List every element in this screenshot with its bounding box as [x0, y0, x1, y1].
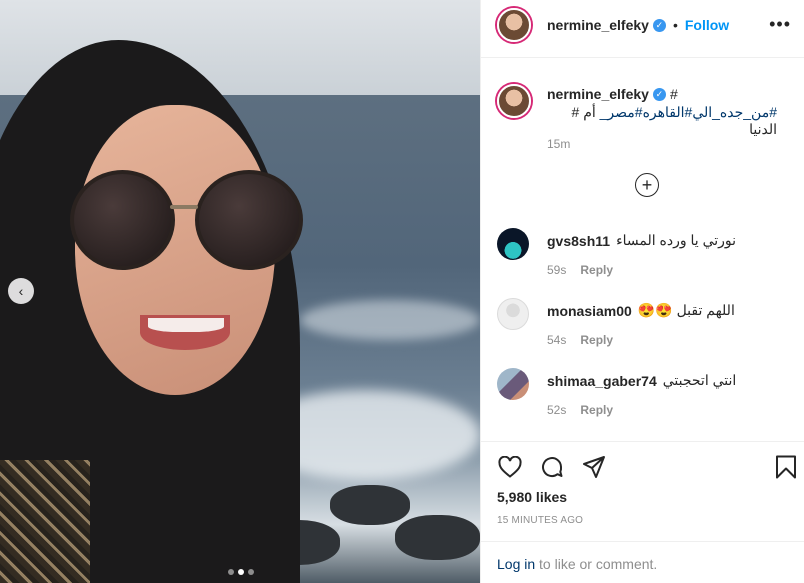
- comment-time: 54s: [547, 333, 567, 347]
- load-more-comments-button[interactable]: +: [635, 173, 659, 197]
- carousel-dot-active: [238, 569, 244, 575]
- hashtag-link[interactable]: #مصر_: [600, 104, 643, 120]
- comment-text: نورتي يا ورده المساء: [616, 232, 737, 248]
- header-username[interactable]: nermine_elfeky: [547, 17, 649, 33]
- caption-username[interactable]: nermine_elfeky: [547, 86, 649, 102]
- reply-button[interactable]: Reply: [580, 333, 613, 347]
- caption-avatar[interactable]: [497, 84, 531, 118]
- post-caption: nermine_elfeky ✓ # #من_جده_الي#القاهره#م…: [547, 86, 787, 138]
- comment-text: انتي اتحجبتي: [662, 372, 737, 388]
- caption-time: 15m: [547, 137, 571, 151]
- caption-text: #من_جده_الي#القاهره#مصر_ أم # الدنيا: [547, 104, 777, 138]
- carousel-dot: [228, 569, 234, 575]
- comment-avatar-default[interactable]: [497, 298, 529, 330]
- sunglasses-lens-left: [70, 170, 175, 270]
- comment-text: اللهم تقبل 😍😍: [637, 302, 735, 318]
- hashtag-link[interactable]: #من_جده_الي: [692, 104, 777, 120]
- comment-username[interactable]: gvs8sh11: [547, 233, 610, 249]
- verified-badge-icon: ✓: [652, 18, 666, 32]
- share-icon[interactable]: [581, 454, 607, 480]
- avatar[interactable]: [497, 8, 531, 42]
- comment-time: 59s: [547, 263, 567, 277]
- verified-badge-icon: ✓: [652, 87, 666, 101]
- login-link[interactable]: Log in: [497, 556, 535, 572]
- comment-time: 52s: [547, 403, 567, 417]
- login-prompt-text: to like or comment.: [535, 556, 658, 572]
- carousel-dot: [248, 569, 254, 575]
- post-timestamp: 15 MINUTES AGO: [497, 515, 584, 526]
- chevron-left-icon: ‹: [18, 283, 24, 299]
- comment-icon[interactable]: [539, 454, 565, 480]
- comment-avatar[interactable]: [497, 368, 529, 400]
- sunglasses-lens-right: [195, 170, 303, 270]
- bookmark-icon[interactable]: [773, 454, 799, 480]
- plus-icon: +: [641, 175, 653, 195]
- separator: •: [672, 17, 678, 33]
- comment-username[interactable]: monasiam00: [547, 303, 632, 319]
- caption-hashtag: #: [669, 86, 678, 102]
- follow-button[interactable]: Follow: [685, 17, 729, 33]
- more-options-icon[interactable]: •••: [769, 14, 791, 35]
- post-header: nermine_elfeky ✓ • Follow •••: [481, 0, 804, 58]
- comment-username[interactable]: shimaa_gaber74: [547, 373, 657, 389]
- post-details-panel: nermine_elfeky ✓ • Follow ••• nermine_el…: [480, 0, 804, 583]
- post-photo: ‹: [0, 0, 480, 583]
- previous-photo-button[interactable]: ‹: [8, 278, 34, 304]
- post-actions: 5,980 likes 15 MINUTES AGO: [481, 441, 804, 526]
- login-prompt: Log in to like or comment.: [481, 541, 804, 583]
- carousel-indicator: [228, 569, 254, 575]
- reply-button[interactable]: Reply: [580, 403, 613, 417]
- hashtag-link[interactable]: #القاهره: [643, 104, 693, 120]
- heart-icon[interactable]: [497, 454, 523, 480]
- comment-avatar[interactable]: [497, 228, 529, 260]
- likes-count[interactable]: 5,980 likes: [497, 489, 567, 505]
- reply-button[interactable]: Reply: [580, 263, 613, 277]
